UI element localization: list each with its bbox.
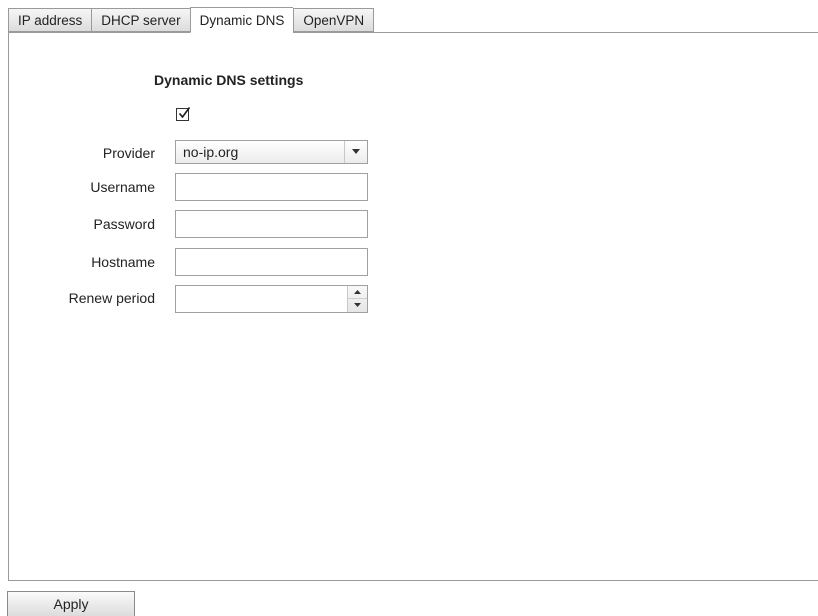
renew-period-increment-button[interactable] — [348, 286, 367, 299]
renew-period-label: Renew period — [68, 290, 155, 306]
password-field[interactable] — [176, 211, 367, 237]
apply-button[interactable]: Apply — [7, 591, 135, 616]
provider-label: Provider — [102, 145, 155, 161]
provider-dropdown-button[interactable] — [344, 141, 367, 163]
provider-value: no-ip.org — [183, 144, 239, 160]
checkmark-icon — [178, 107, 191, 119]
username-label: Username — [90, 179, 155, 195]
renew-period-field[interactable] — [176, 286, 348, 312]
hostname-label: Hostname — [91, 254, 155, 270]
ddns-enabled-checkbox[interactable] — [176, 107, 191, 121]
caret-down-icon — [354, 303, 361, 307]
password-label: Password — [93, 216, 155, 232]
username-field-wrapper — [175, 173, 368, 201]
tab-bar: IP address DHCP server Dynamic DNS OpenV… — [8, 7, 375, 33]
spin-buttons — [347, 286, 367, 312]
tab-dhcp-server[interactable]: DHCP server — [91, 8, 190, 32]
caret-up-icon — [354, 290, 361, 294]
caret-down-icon — [352, 149, 360, 154]
renew-period-decrement-button[interactable] — [348, 299, 367, 312]
provider-select[interactable]: no-ip.org — [175, 140, 368, 164]
tab-openvpn[interactable]: OpenVPN — [293, 8, 375, 32]
renew-period-stepper — [175, 285, 368, 313]
tab-ip-address[interactable]: IP address — [8, 8, 92, 32]
hostname-field[interactable] — [176, 249, 367, 275]
section-title: Dynamic DNS settings — [154, 72, 304, 88]
tab-panel — [8, 32, 818, 581]
password-field-wrapper — [175, 210, 368, 238]
tab-dynamic-dns[interactable]: Dynamic DNS — [189, 7, 294, 33]
hostname-field-wrapper — [175, 248, 368, 276]
username-field[interactable] — [176, 174, 367, 200]
